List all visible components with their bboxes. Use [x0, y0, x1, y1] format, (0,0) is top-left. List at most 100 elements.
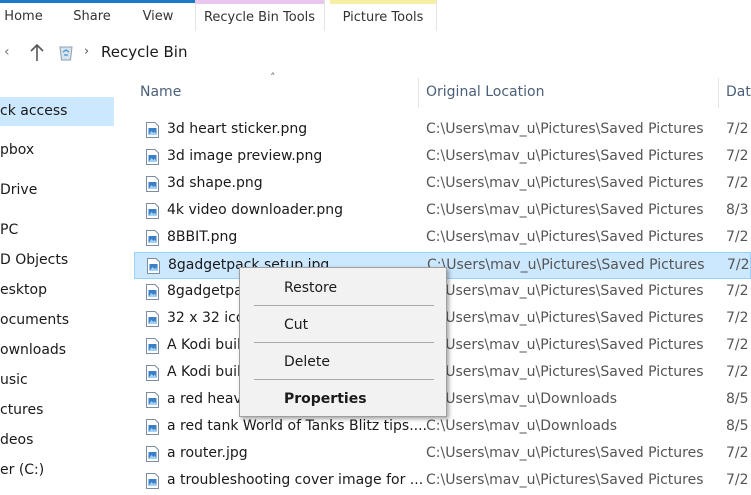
file-original-location: C:\Users\mav_u\Pictures\Saved Pictures	[426, 472, 704, 488]
file-name: 3d heart sticker.png	[167, 121, 308, 137]
breadcrumb[interactable]: Recycle Bin	[101, 43, 187, 61]
file-row[interactable]: 4k video downloader.png C:\Users\mav_u\Pi…	[134, 198, 751, 225]
image-file-icon	[146, 338, 159, 354]
recycle-bin-icon	[59, 46, 73, 61]
image-file-icon	[146, 284, 159, 300]
tab-divider	[324, 0, 325, 31]
file-original-location: C:\Users\mav_u\Pictures\Saved Pictures	[426, 121, 704, 137]
tab-picture-tools[interactable]: Picture Tools	[330, 0, 436, 35]
tab-view[interactable]: View	[133, 0, 183, 31]
image-file-icon	[146, 392, 159, 408]
file-original-location: C:\Users\mav_u\Pictures\Saved Pictures	[426, 175, 704, 191]
file-original-location: C:\Users\mav_u\Pictures\Saved Pictures	[426, 310, 704, 326]
nav-item-desktop[interactable]: esktop	[0, 282, 47, 298]
nav-item-this-pc[interactable]: PC	[0, 222, 18, 238]
tab-recycle-bin-tools[interactable]: Recycle Bin Tools	[195, 0, 324, 35]
file-original-location: C:\Users\mav_u\Pictures\Saved Pictures	[426, 364, 704, 380]
image-file-icon	[146, 149, 159, 165]
file-original-location: C:\Users\mav_u\Pictures\Saved Pictures	[426, 445, 704, 461]
column-header-date-deleted[interactable]: Dat	[726, 84, 751, 100]
nav-item-onedrive[interactable]: Drive	[0, 182, 37, 198]
file-date-deleted: 7/2	[726, 148, 749, 164]
image-file-icon	[146, 446, 159, 462]
file-original-location: C:\Users\mav_u\Downloads	[426, 391, 618, 407]
file-row[interactable]: 3d heart sticker.png C:\Users\mav_u\Pictu…	[134, 117, 751, 144]
menu-separator	[254, 342, 434, 343]
menu-separator	[254, 379, 434, 380]
image-file-icon	[146, 311, 159, 327]
nav-item-music[interactable]: usic	[0, 372, 28, 388]
file-row[interactable]: 8BBIT.png C:\Users\mav_u\Pictures\Saved P…	[134, 225, 751, 252]
file-name: a router.jpg	[167, 445, 248, 461]
sort-ascending-icon: ˄	[270, 71, 276, 84]
file-date-deleted: 8/5	[726, 418, 749, 434]
file-date-deleted: 7/2	[727, 257, 750, 273]
file-date-deleted: 8/5	[726, 391, 749, 407]
file-row[interactable]: a troubleshooting cover image for ... C:\…	[134, 468, 751, 495]
file-date-deleted: 7/2	[726, 364, 749, 380]
file-original-location: C:\Users\mav_u\Downloads	[426, 418, 618, 434]
file-date-deleted: 7/2	[726, 472, 749, 488]
file-date-deleted: 7/2	[726, 121, 749, 137]
file-original-location: C:\Users\mav_u\Pictures\Saved Pictures	[426, 283, 704, 299]
image-file-icon	[147, 258, 160, 274]
column-header-original-location[interactable]: Original Location	[426, 84, 544, 100]
file-date-deleted: 7/2	[726, 337, 749, 353]
column-divider[interactable]	[418, 78, 419, 108]
image-file-icon	[146, 419, 159, 435]
navigation-pane: ck access pbox Drive PC D Objects esktop…	[0, 75, 120, 489]
ribbon-tab-bar: Home Share View Recycle Bin Tools Pictur…	[0, 0, 751, 32]
menu-separator	[254, 305, 434, 306]
file-original-location: C:\Users\mav_u\Pictures\Saved Pictures	[426, 148, 704, 164]
image-file-icon	[146, 230, 159, 246]
file-name: 3d image preview.png	[167, 148, 323, 164]
column-divider[interactable]	[718, 78, 719, 108]
file-original-location: C:\Users\mav_u\Pictures\Saved Pictures	[426, 202, 704, 218]
tab-home[interactable]: Home	[0, 0, 47, 31]
column-header-name[interactable]: Name	[140, 84, 181, 100]
up-arrow-icon[interactable]	[29, 43, 45, 63]
file-row[interactable]: 3d image preview.png C:\Users\mav_u\Pictu…	[134, 144, 751, 171]
nav-item-videos[interactable]: deos	[0, 432, 33, 448]
image-file-icon	[146, 203, 159, 219]
file-original-location: C:\Users\mav_u\Pictures\Saved Pictures	[427, 257, 705, 273]
file-date-deleted: 7/2	[726, 229, 749, 245]
menu-item-cut[interactable]: Cut	[284, 317, 308, 333]
image-file-icon	[146, 365, 159, 381]
nav-item-documents[interactable]: ocuments	[0, 312, 69, 328]
file-date-deleted: 7/2	[726, 445, 749, 461]
file-original-location: C:\Users\mav_u\Pictures\Saved Pictures	[426, 229, 704, 245]
nav-item-quick-access[interactable]: ck access	[0, 97, 114, 126]
file-name: a troubleshooting cover image for ...	[167, 472, 424, 488]
breadcrumb-chevron-icon[interactable]: ›	[84, 44, 89, 59]
nav-item-3d-objects[interactable]: D Objects	[0, 252, 68, 268]
tab-share[interactable]: Share	[66, 0, 118, 31]
image-file-icon	[146, 473, 159, 489]
context-menu: Restore Cut Delete Properties	[239, 267, 447, 417]
nav-item-downloads[interactable]: ownloads	[0, 342, 66, 358]
file-date-deleted: 7/2	[726, 310, 749, 326]
file-name: 8gadgetpa	[167, 283, 243, 299]
nav-item-local-disk[interactable]: er (C:)	[0, 462, 44, 478]
file-name: a red heavy	[167, 391, 251, 407]
nav-item-pictures[interactable]: ctures	[0, 402, 43, 418]
file-row[interactable]: 3d shape.png C:\Users\mav_u\Pictures\Save…	[134, 171, 751, 198]
file-row[interactable]: a router.jpg C:\Users\mav_u\Pictures\Save…	[134, 441, 751, 468]
menu-item-delete[interactable]: Delete	[284, 354, 330, 370]
menu-item-properties[interactable]: Properties	[284, 391, 367, 407]
file-name: A Kodi buil	[167, 364, 241, 380]
file-row[interactable]: a red tank World of Tanks Blitz tips....…	[134, 414, 751, 441]
file-name: 8BBIT.png	[167, 229, 238, 245]
file-date-deleted: 7/2	[726, 175, 749, 191]
file-name: a red tank World of Tanks Blitz tips....	[167, 418, 428, 434]
image-file-icon	[146, 122, 159, 138]
file-name: 32 x 32 icor	[167, 310, 251, 326]
tab-divider	[436, 0, 437, 31]
file-name: 3d shape.png	[167, 175, 263, 191]
image-file-icon	[146, 176, 159, 192]
nav-item-dropbox[interactable]: pbox	[0, 142, 34, 158]
menu-item-restore[interactable]: Restore	[284, 280, 337, 296]
file-date-deleted: 7/2	[726, 283, 749, 299]
chevron-down-icon[interactable]: ‹	[4, 44, 10, 60]
file-name: 4k video downloader.png	[167, 202, 344, 218]
